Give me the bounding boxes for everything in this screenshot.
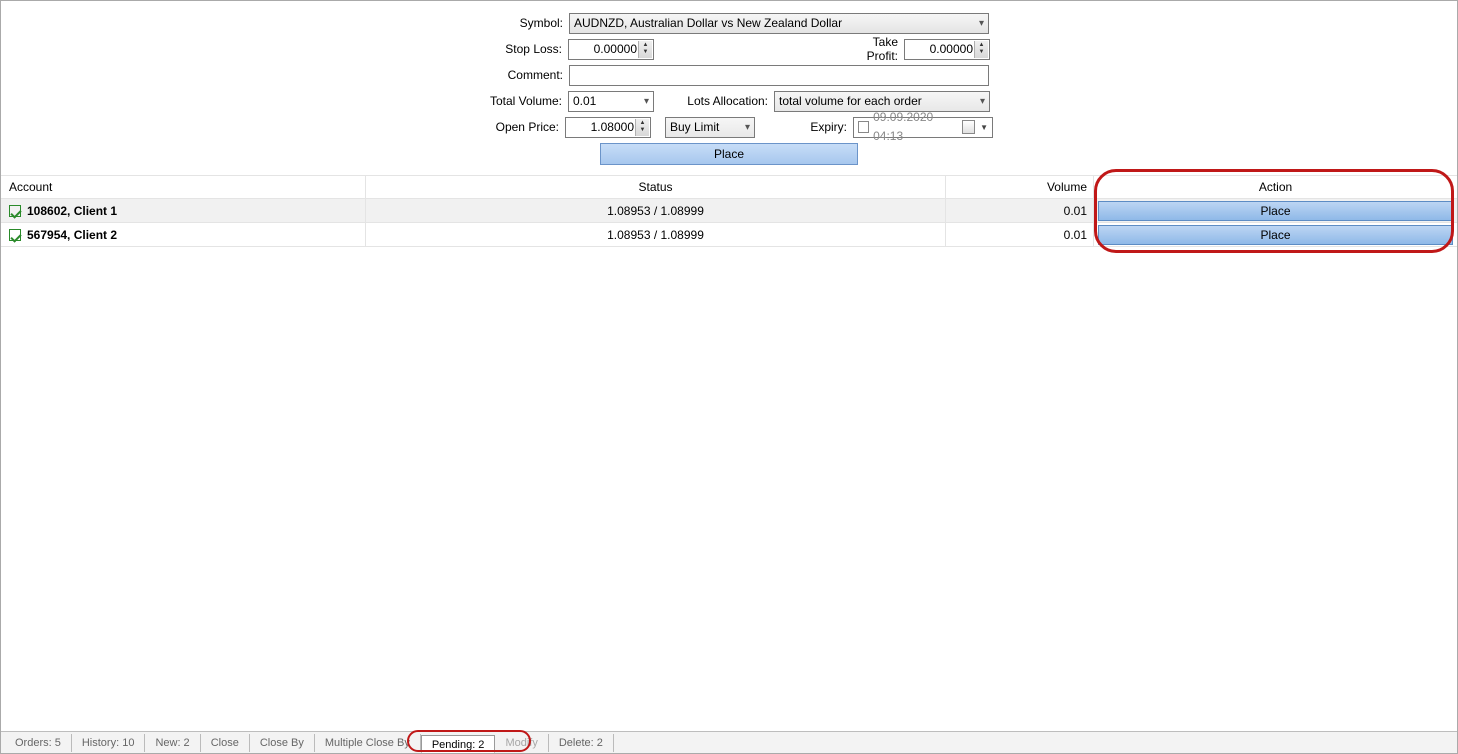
row-place-label: Place xyxy=(1260,204,1290,218)
header-volume[interactable]: Volume xyxy=(946,176,1094,198)
openprice-input[interactable]: 1.08000 ▲▼ xyxy=(565,117,651,138)
tab-modify[interactable]: Modify xyxy=(495,734,548,752)
row-checkbox[interactable] xyxy=(9,205,21,217)
chevron-down-icon: ▾ xyxy=(980,92,985,111)
expiry-datetime[interactable]: 09.09.2020 04:13 ▼ xyxy=(853,117,993,138)
tab-new[interactable]: New: 2 xyxy=(145,734,200,752)
row-status: 1.08953 / 1.08999 xyxy=(366,223,946,246)
row-place-button[interactable]: Place xyxy=(1098,201,1453,221)
comment-label: Comment: xyxy=(469,68,569,82)
tab-orders[interactable]: Orders: 5 xyxy=(11,734,72,752)
stoploss-label: Stop Loss: xyxy=(468,42,568,56)
tab-pending[interactable]: Pending: 2 xyxy=(421,735,496,753)
bottom-tabbar: Orders: 5 History: 10 New: 2 Close Close… xyxy=(1,731,1457,753)
tab-delete[interactable]: Delete: 2 xyxy=(549,734,614,752)
symbol-dropdown[interactable]: AUDNZD, Australian Dollar vs New Zealand… xyxy=(569,13,989,34)
lotsallocation-label: Lots Allocation: xyxy=(654,94,774,108)
place-button-label: Place xyxy=(714,147,744,161)
ordertype-value: Buy Limit xyxy=(670,118,719,137)
row-volume: 0.01 xyxy=(946,199,1094,222)
totalvolume-value: 0.01 xyxy=(573,92,596,111)
row-volume: 0.01 xyxy=(946,223,1094,246)
takeprofit-label: Take Profit: xyxy=(844,35,904,63)
grid-header: Account Status Volume Action xyxy=(1,175,1457,199)
tab-history[interactable]: History: 10 xyxy=(72,734,146,752)
accounts-grid: Account Status Volume Action 108602, Cli… xyxy=(1,175,1457,247)
expiry-checkbox[interactable] xyxy=(858,121,869,133)
calendar-icon[interactable] xyxy=(962,120,975,134)
spinner-icon[interactable]: ▲▼ xyxy=(635,119,649,136)
totalvolume-dropdown[interactable]: 0.01 ▾ xyxy=(568,91,654,112)
row-checkbox[interactable] xyxy=(9,229,21,241)
takeprofit-input[interactable]: 0.00000 ▲▼ xyxy=(904,39,990,60)
expiry-value: 09.09.2020 04:13 xyxy=(873,108,958,146)
openprice-value: 1.08000 xyxy=(591,120,634,134)
row-account: 108602, Client 1 xyxy=(27,204,117,218)
table-row[interactable]: 108602, Client 1 1.08953 / 1.08999 0.01 … xyxy=(1,199,1457,223)
chevron-down-icon: ▼ xyxy=(980,118,988,137)
ordertype-dropdown[interactable]: Buy Limit ▾ xyxy=(665,117,755,138)
chevron-down-icon: ▾ xyxy=(644,92,649,111)
row-status: 1.08953 / 1.08999 xyxy=(366,199,946,222)
tab-multipleclose[interactable]: Multiple Close By xyxy=(315,734,421,752)
tab-closeby[interactable]: Close By xyxy=(250,734,315,752)
order-form: Symbol: AUDNZD, Australian Dollar vs New… xyxy=(1,1,1457,165)
stoploss-value: 0.00000 xyxy=(594,42,637,56)
header-status[interactable]: Status xyxy=(366,176,946,198)
stoploss-input[interactable]: 0.00000 ▲▼ xyxy=(568,39,654,60)
place-button[interactable]: Place xyxy=(600,143,858,165)
openprice-label: Open Price: xyxy=(465,120,565,134)
comment-input[interactable] xyxy=(569,65,989,86)
chevron-down-icon: ▾ xyxy=(979,14,984,33)
row-account: 567954, Client 2 xyxy=(27,228,117,242)
row-place-label: Place xyxy=(1260,228,1290,242)
spinner-icon[interactable]: ▲▼ xyxy=(974,41,988,58)
totalvolume-label: Total Volume: xyxy=(468,94,568,108)
spinner-icon[interactable]: ▲▼ xyxy=(638,41,652,58)
header-action[interactable]: Action xyxy=(1094,176,1457,198)
tab-close[interactable]: Close xyxy=(201,734,250,752)
header-account[interactable]: Account xyxy=(1,176,366,198)
takeprofit-value: 0.00000 xyxy=(930,42,973,56)
symbol-value: AUDNZD, Australian Dollar vs New Zealand… xyxy=(574,14,842,33)
chevron-down-icon: ▾ xyxy=(745,118,750,137)
symbol-label: Symbol: xyxy=(469,16,569,30)
table-row[interactable]: 567954, Client 2 1.08953 / 1.08999 0.01 … xyxy=(1,223,1457,247)
expiry-label: Expiry: xyxy=(755,120,853,134)
row-place-button[interactable]: Place xyxy=(1098,225,1453,245)
